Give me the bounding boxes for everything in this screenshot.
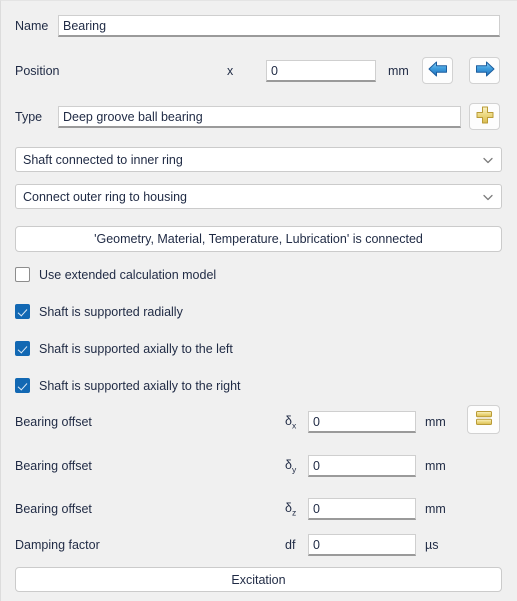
position-label: Position bbox=[15, 63, 60, 78]
checkbox-row-extended-model[interactable]: Use extended calculation model bbox=[15, 267, 216, 282]
type-label: Type bbox=[15, 109, 43, 124]
bearing-offset-y-row: Bearing offset δy mm bbox=[1, 453, 517, 479]
bearing-offset-z-input[interactable] bbox=[308, 498, 416, 520]
bearing-offset-y-label: Bearing offset bbox=[15, 458, 92, 473]
damping-factor-label: Damping factor bbox=[15, 537, 100, 552]
table-rows-icon bbox=[474, 409, 494, 430]
arrow-right-icon bbox=[474, 60, 496, 81]
connected-groups-button[interactable]: 'Geometry, Material, Temperature, Lubric… bbox=[15, 226, 502, 252]
damping-factor-input[interactable] bbox=[308, 534, 416, 556]
arrow-left-icon bbox=[427, 60, 449, 81]
outer-ring-combo-value: Connect outer ring to housing bbox=[23, 189, 187, 204]
bearing-offset-z-unit: mm bbox=[425, 502, 446, 516]
plus-icon bbox=[475, 105, 495, 128]
add-type-button[interactable] bbox=[469, 103, 500, 130]
bearing-offset-x-label: Bearing offset bbox=[15, 414, 92, 429]
inner-ring-combo-value: Shaft connected to inner ring bbox=[23, 152, 183, 167]
position-previous-button[interactable] bbox=[422, 57, 453, 84]
outer-ring-combo[interactable]: Connect outer ring to housing bbox=[15, 184, 502, 209]
checkbox-supported-axially-right-label: Shaft is supported axially to the right bbox=[39, 378, 241, 393]
name-label: Name bbox=[15, 18, 49, 33]
bearing-offset-x-symbol: δx bbox=[285, 413, 297, 431]
checkbox-row-supported-radially[interactable]: Shaft is supported radially bbox=[15, 304, 183, 319]
damping-factor-row: Damping factor df µs bbox=[1, 532, 517, 558]
checkbox-supported-radially-label: Shaft is supported radially bbox=[39, 304, 183, 319]
excitation-button[interactable]: Excitation bbox=[15, 567, 502, 592]
checkbox-row-supported-axially-left[interactable]: Shaft is supported axially to the left bbox=[15, 341, 233, 356]
bearing-offset-y-unit: mm bbox=[425, 459, 446, 473]
offset-table-button[interactable] bbox=[467, 405, 500, 434]
checkbox-supported-axially-left[interactable] bbox=[15, 341, 30, 356]
checkbox-supported-axially-left-label: Shaft is supported axially to the left bbox=[39, 341, 233, 356]
position-x-input[interactable] bbox=[266, 60, 376, 82]
checkbox-supported-radially[interactable] bbox=[15, 304, 30, 319]
bearing-offset-z-row: Bearing offset δz mm bbox=[1, 496, 517, 522]
bearing-offset-z-symbol: δz bbox=[285, 500, 297, 518]
type-row: Type bbox=[1, 104, 517, 130]
inner-ring-combo[interactable]: Shaft connected to inner ring bbox=[15, 147, 502, 172]
bearing-offset-x-unit: mm bbox=[425, 415, 446, 429]
name-row: Name bbox=[1, 13, 517, 39]
chevron-down-icon bbox=[481, 153, 495, 167]
damping-factor-unit: µs bbox=[425, 538, 439, 552]
bearing-properties-panel: Name Position x mm bbox=[0, 0, 517, 601]
damping-factor-symbol: df bbox=[285, 538, 296, 552]
position-next-button[interactable] bbox=[469, 57, 500, 84]
chevron-down-icon-2 bbox=[481, 190, 495, 204]
checkbox-extended-model-label: Use extended calculation model bbox=[39, 267, 217, 282]
checkbox-supported-axially-right[interactable] bbox=[15, 378, 30, 393]
bearing-offset-y-symbol: δy bbox=[285, 457, 297, 475]
bearing-offset-y-input[interactable] bbox=[308, 455, 416, 477]
position-unit-label: mm bbox=[388, 64, 409, 78]
type-input[interactable] bbox=[58, 106, 461, 128]
position-axis-label: x bbox=[227, 63, 234, 78]
checkbox-extended-model[interactable] bbox=[15, 267, 30, 282]
bearing-offset-z-label: Bearing offset bbox=[15, 501, 92, 516]
bearing-offset-x-input[interactable] bbox=[308, 411, 416, 433]
name-input[interactable] bbox=[58, 15, 500, 37]
checkbox-row-supported-axially-right[interactable]: Shaft is supported axially to the right bbox=[15, 378, 241, 393]
bearing-offset-x-row: Bearing offset δx mm bbox=[1, 409, 517, 435]
